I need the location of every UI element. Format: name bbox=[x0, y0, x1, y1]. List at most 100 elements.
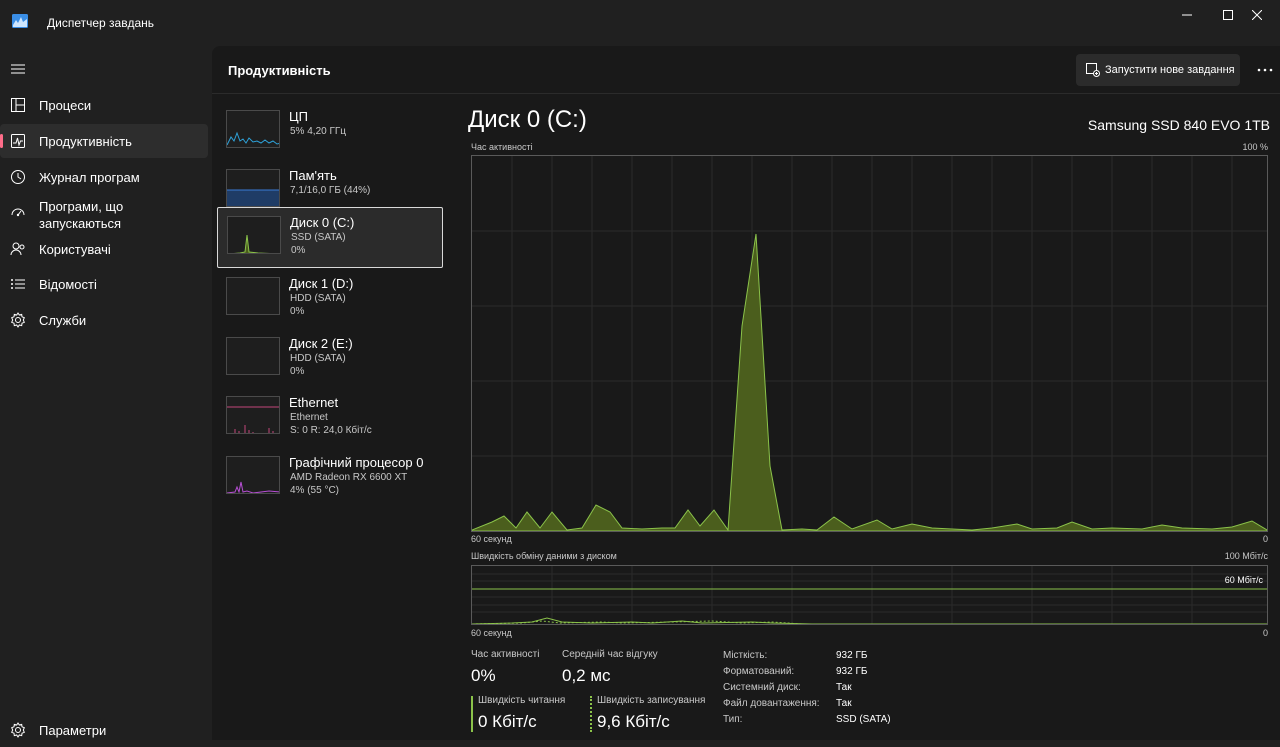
device-sub2: S: 0 R: 24,0 Кбіт/с bbox=[290, 425, 372, 436]
formatted-value: 932 ГБ bbox=[836, 666, 868, 677]
main-panel: Продуктивність Запустити нове завдання Ц… bbox=[212, 46, 1280, 740]
formatted-key: Форматований: bbox=[723, 666, 795, 677]
page-file-key: Файл довантаження: bbox=[723, 698, 820, 709]
sidebar-item-label: Журнал програм bbox=[39, 169, 140, 185]
sidebar-item-settings[interactable]: Параметри bbox=[0, 713, 208, 747]
sidebar-item-startup-apps[interactable]: Програми, що запускаються bbox=[0, 194, 208, 234]
run-new-task-button[interactable]: Запустити нове завдання bbox=[1076, 54, 1240, 86]
sidebar-item-details[interactable]: Відомості bbox=[0, 267, 208, 301]
run-new-task-label: Запустити нове завдання bbox=[1105, 64, 1235, 76]
transfer-time-right: 0 bbox=[1262, 628, 1268, 638]
minimize-button[interactable] bbox=[1164, 0, 1210, 30]
details-icon bbox=[10, 276, 26, 292]
sidebar-item-app-history[interactable]: Журнал програм bbox=[0, 160, 208, 194]
device-sub1: HDD (SATA) bbox=[290, 353, 346, 364]
device-name: Диск 0 (C:) bbox=[290, 215, 355, 230]
activity-grid bbox=[472, 156, 1267, 531]
device-disk-0[interactable]: Диск 0 (C:) SSD (SATA) 0% bbox=[217, 207, 443, 268]
sidebar-item-processes[interactable]: Процеси bbox=[0, 88, 208, 122]
memory-thumbnail-graph bbox=[226, 169, 280, 207]
device-name: Ethernet bbox=[289, 395, 339, 410]
device-sub1: SSD (SATA) bbox=[291, 232, 346, 243]
transfer-rate-graph: 60 Мбіт/с bbox=[471, 565, 1268, 625]
device-disk-2[interactable]: Диск 2 (E:) HDD (SATA) 0% bbox=[217, 329, 443, 389]
transfer-line-label: 60 Мбіт/с bbox=[1224, 575, 1263, 585]
menu-icon[interactable] bbox=[11, 62, 25, 76]
system-disk-key: Системний диск: bbox=[723, 682, 801, 693]
device-cpu[interactable]: ЦП 5% 4,20 ГГц bbox=[217, 102, 443, 162]
sidebar-item-performance[interactable]: Продуктивність bbox=[0, 124, 208, 158]
sidebar-item-label: Служби bbox=[39, 312, 87, 328]
device-sub1: 5% 4,20 ГГц bbox=[290, 126, 347, 137]
sidebar-item-label: Програми, що запускаються bbox=[39, 199, 124, 231]
device-name: ЦП bbox=[289, 109, 308, 124]
device-sub1: HDD (SATA) bbox=[290, 293, 346, 304]
users-icon bbox=[10, 241, 26, 257]
app-title: Диспетчер завдань bbox=[47, 16, 155, 30]
gpu-thumbnail-graph bbox=[226, 456, 280, 494]
more-options-icon[interactable] bbox=[1252, 54, 1278, 86]
system-disk-value: Так bbox=[836, 682, 852, 693]
device-sub1: 7,1/16,0 ГБ (44%) bbox=[290, 185, 371, 196]
main-header: Продуктивність Запустити нове завдання bbox=[212, 46, 1280, 94]
sidebar-item-users[interactable]: Користувачі bbox=[0, 232, 208, 266]
performance-icon bbox=[10, 133, 26, 149]
disk2-thumbnail-graph bbox=[226, 337, 280, 375]
sidebar-item-label: Користувачі bbox=[39, 241, 111, 257]
capacity-value: 932 ГБ bbox=[836, 650, 868, 661]
disk-title: Диск 0 (C:) bbox=[468, 106, 587, 133]
read-speed-marker bbox=[471, 696, 473, 732]
activity-time-right: 0 bbox=[1262, 534, 1268, 544]
device-disk-1[interactable]: Диск 1 (D:) HDD (SATA) 0% bbox=[217, 269, 443, 329]
avg-response-stat-value: 0,2 мс bbox=[562, 666, 611, 685]
activity-graph-max: 100 % bbox=[1242, 142, 1268, 152]
transfer-graph-max: 100 Мбіт/с bbox=[1224, 551, 1268, 561]
activity-graph-label: Час активності bbox=[471, 142, 533, 152]
sidebar-item-label: Продуктивність bbox=[39, 133, 132, 149]
close-button[interactable] bbox=[1234, 0, 1280, 30]
device-ethernet[interactable]: Ethernet Ethernet S: 0 R: 24,0 Кбіт/с bbox=[217, 388, 443, 448]
services-icon bbox=[10, 312, 26, 328]
task-manager-icon bbox=[12, 14, 28, 28]
sidebar-item-label: Процеси bbox=[39, 97, 92, 113]
device-name: Пам'ять bbox=[289, 168, 337, 183]
page-title: Продуктивність bbox=[228, 63, 331, 78]
device-sub1: AMD Radeon RX 6600 XT bbox=[290, 472, 408, 483]
device-name: Диск 1 (D:) bbox=[289, 276, 354, 291]
sidebar-item-label: Відомості bbox=[39, 276, 97, 292]
read-speed-value: 0 Кбіт/с bbox=[478, 712, 537, 731]
settings-label: Параметри bbox=[39, 722, 107, 738]
history-icon bbox=[10, 169, 26, 185]
sidebar-item-services[interactable]: Служби bbox=[0, 303, 208, 337]
processes-icon bbox=[10, 97, 26, 113]
active-time-stat-value: 0% bbox=[471, 666, 496, 685]
sidebar: Процеси Продуктивність Журнал програм Пр… bbox=[0, 46, 212, 740]
write-speed-value: 9,6 Кбіт/с bbox=[597, 712, 670, 731]
disk1-thumbnail-graph bbox=[226, 277, 280, 315]
avg-response-stat-label: Середній час відгуку bbox=[562, 649, 658, 660]
activity-time-left: 60 секунд bbox=[471, 534, 512, 544]
type-value: SSD (SATA) bbox=[836, 714, 891, 725]
read-speed-label: Швидкість читання bbox=[478, 695, 566, 706]
startup-icon bbox=[10, 205, 26, 221]
transfer-grid bbox=[472, 566, 1267, 624]
active-time-graph-svg bbox=[471, 156, 1268, 532]
transfer-graph-label: Швидкість обміну даними з диском bbox=[471, 551, 617, 561]
device-sub2: 0% bbox=[290, 366, 305, 377]
transfer-time-left: 60 секунд bbox=[471, 628, 512, 638]
device-sub2: 4% (55 °C) bbox=[290, 485, 340, 496]
device-name: Диск 2 (E:) bbox=[289, 336, 353, 351]
transfer-rate-graph-svg bbox=[471, 566, 1267, 625]
gear-icon bbox=[10, 722, 26, 738]
cpu-thumbnail-graph bbox=[226, 110, 280, 148]
page-file-value: Так bbox=[836, 698, 852, 709]
write-speed-label: Швидкість записування bbox=[597, 695, 706, 706]
type-key: Тип: bbox=[723, 714, 743, 725]
device-gpu[interactable]: Графічний процесор 0 AMD Radeon RX 6600 … bbox=[217, 448, 443, 508]
write-speed-marker bbox=[590, 696, 592, 732]
disk0-thumbnail-graph bbox=[227, 216, 281, 254]
ethernet-thumbnail-graph bbox=[226, 396, 280, 434]
title-bar: Диспетчер завдань bbox=[0, 0, 1280, 46]
device-name: Графічний процесор 0 bbox=[289, 455, 424, 470]
new-task-icon bbox=[1086, 63, 1100, 77]
